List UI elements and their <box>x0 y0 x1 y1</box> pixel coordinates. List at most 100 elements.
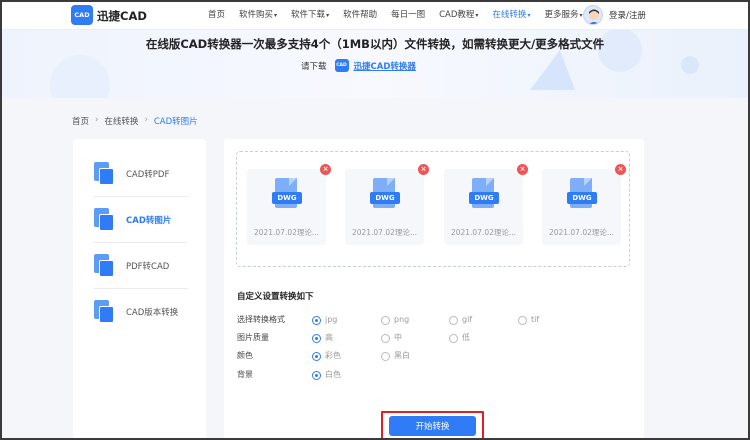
nav-item-label: 软件帮助 <box>343 10 378 20</box>
radio-option[interactable]: 彩色 <box>312 350 341 362</box>
breadcrumb-online-convert[interactable]: 在线转换 <box>104 115 138 127</box>
nav-item-label: 每日一图 <box>391 10 426 20</box>
nav-item[interactable]: 软件帮助 <box>343 0 377 30</box>
settings-row: 选择转换格式 jpg png gif tif <box>237 314 627 326</box>
banner-download-line: 请下载 CAD 迅捷CAD转换器 <box>301 59 416 72</box>
user-avatar-icon[interactable] <box>583 5 603 25</box>
radio-button[interactable] <box>449 333 458 343</box>
nav-item[interactable]: 软件购买▾ <box>239 0 277 30</box>
radio-option-label: 中 <box>394 333 402 342</box>
radio-option[interactable]: 中 <box>381 332 402 344</box>
file-name: 2021.07.02理论... <box>351 228 418 237</box>
radio-button[interactable] <box>381 333 390 343</box>
radio-button[interactable] <box>312 333 321 343</box>
radio-option[interactable]: 白色 <box>312 369 341 381</box>
nav-item[interactable]: 在线转换▾ <box>492 0 530 30</box>
settings-row: 颜色 彩色 黑白 <box>237 350 627 362</box>
conversion-sidebar: CAD转PDF CAD转图片 PDF转CAD CAD版本转换 <box>73 139 206 440</box>
nav-item[interactable]: 每日一图 <box>391 0 425 30</box>
radio-option[interactable]: 黑白 <box>381 350 410 362</box>
delete-file-icon[interactable]: × <box>615 164 626 175</box>
promo-banner: 在线版CAD转换器一次最多支持4个（1MB以内）文件转换，如需转换更大/更多格式… <box>0 30 750 98</box>
radio-option-label: 白色 <box>325 370 341 379</box>
radio-option[interactable]: 高 <box>312 332 333 344</box>
radio-option[interactable]: gif <box>449 314 472 326</box>
radio-option-label: tif <box>531 315 540 324</box>
nav-item-label: 软件下载 <box>291 10 326 20</box>
settings-row-label: 图片质量 <box>237 333 269 342</box>
radio-option[interactable]: 低 <box>449 332 470 344</box>
chevron-down-icon: ▾ <box>326 12 330 19</box>
radio-option[interactable]: tif <box>518 314 539 326</box>
settings-row: 图片质量 高 中 低 <box>237 332 627 344</box>
nav-item[interactable]: CAD教程▾ <box>439 0 478 30</box>
file-card[interactable]: DWG 2021.07.02理论... × <box>444 164 528 245</box>
nav-item[interactable]: 软件下载▾ <box>291 0 329 30</box>
radio-button[interactable] <box>449 315 458 325</box>
sidebar-item-label: CAD转PDF <box>126 169 170 180</box>
file-card[interactable]: DWG 2021.07.02理论... × <box>247 164 331 245</box>
document-convert-icon <box>93 161 115 186</box>
radio-button[interactable] <box>381 315 390 325</box>
radio-option-label: jpg <box>325 315 338 324</box>
document-convert-icon <box>93 253 115 278</box>
start-convert-button[interactable]: 开始转换 <box>389 416 476 436</box>
radio-button[interactable] <box>381 351 390 361</box>
file-name: 2021.07.02理论... <box>450 228 517 237</box>
chevron-down-icon: ▾ <box>475 12 479 19</box>
settings-title: 自定义设置转换如下 <box>237 292 314 302</box>
radio-option[interactable]: jpg <box>312 314 337 326</box>
banner-title: 在线版CAD转换器一次最多支持4个（1MB以内）文件转换，如需转换更大/更多格式… <box>145 37 605 51</box>
radio-option-label: 黑白 <box>394 351 410 360</box>
file-type-badge: DWG <box>469 192 499 204</box>
breadcrumb-separator-icon: › <box>95 115 99 125</box>
radio-button[interactable] <box>312 351 321 361</box>
delete-file-icon[interactable]: × <box>320 164 331 175</box>
dwg-file-icon: DWG <box>567 178 597 214</box>
nav-item[interactable]: 更多服务▾ <box>544 0 582 30</box>
file-card[interactable]: DWG 2021.07.02理论... × <box>345 164 429 245</box>
radio-button[interactable] <box>312 370 321 380</box>
file-card[interactable]: DWG 2021.07.02理论... × <box>542 164 626 245</box>
nav-item-label: CAD教程 <box>439 10 475 20</box>
dwg-file-icon: DWG <box>272 178 302 214</box>
radio-button[interactable] <box>518 315 527 325</box>
delete-file-icon[interactable]: × <box>418 164 429 175</box>
nav-item-label: 在线转换 <box>492 10 527 20</box>
sidebar-item-label: CAD版本转换 <box>126 308 179 318</box>
file-drop-zone[interactable]: DWG 2021.07.02理论... × DWG 2021.07.02理论... × DW… <box>236 151 630 267</box>
radio-option[interactable]: png <box>381 314 409 326</box>
delete-file-icon[interactable]: × <box>517 164 528 175</box>
login-register-link[interactable]: 登录/注册 <box>609 9 646 21</box>
sidebar-item[interactable]: CAD转图片 <box>93 197 188 243</box>
settings-row: 背景 白色 <box>237 369 627 381</box>
nav-item[interactable]: 首页 <box>208 0 225 30</box>
sidebar-item[interactable]: PDF转CAD <box>93 243 188 289</box>
converter-logo-icon: CAD <box>334 59 349 72</box>
sidebar-item[interactable]: CAD转PDF <box>93 151 188 197</box>
download-converter-link[interactable]: 迅捷CAD转换器 <box>354 60 416 72</box>
settings-row-label: 颜色 <box>237 351 253 360</box>
breadcrumb-home[interactable]: 首页 <box>72 115 89 127</box>
app-name[interactable]: 迅捷CAD <box>97 8 147 24</box>
nav-item-label: 首页 <box>208 10 226 20</box>
document-convert-icon <box>93 207 115 232</box>
radio-button[interactable] <box>312 315 321 325</box>
radio-option-label: gif <box>462 315 473 324</box>
file-name: 2021.07.02理论... <box>548 228 615 237</box>
file-name: 2021.07.02理论... <box>253 228 320 237</box>
start-button-highlight: 开始转换 <box>381 411 484 440</box>
chevron-down-icon: ▾ <box>527 12 531 19</box>
banner-sub-text: 请下载 <box>301 61 327 72</box>
radio-option-label: 高 <box>325 333 333 342</box>
app-logo-icon[interactable]: CAD <box>71 5 93 25</box>
radio-option-label: 彩色 <box>325 351 341 360</box>
top-navigation-bar: CAD 迅捷CAD 首页 软件购买▾ 软件下载▾ 软件帮助 每日一图 CAD教程▾ 在线转换… <box>0 0 750 30</box>
settings-row-label: 背景 <box>237 370 253 379</box>
radio-option-label: png <box>394 315 410 324</box>
settings-row-label: 选择转换格式 <box>237 315 285 324</box>
document-convert-icon <box>93 300 115 324</box>
breadcrumb-current: CAD转图片 <box>153 117 198 127</box>
sidebar-item[interactable]: CAD版本转换 <box>93 289 188 335</box>
conversion-panel: DWG 2021.07.02理论... × DWG 2021.07.02理论... × DW… <box>224 139 644 440</box>
